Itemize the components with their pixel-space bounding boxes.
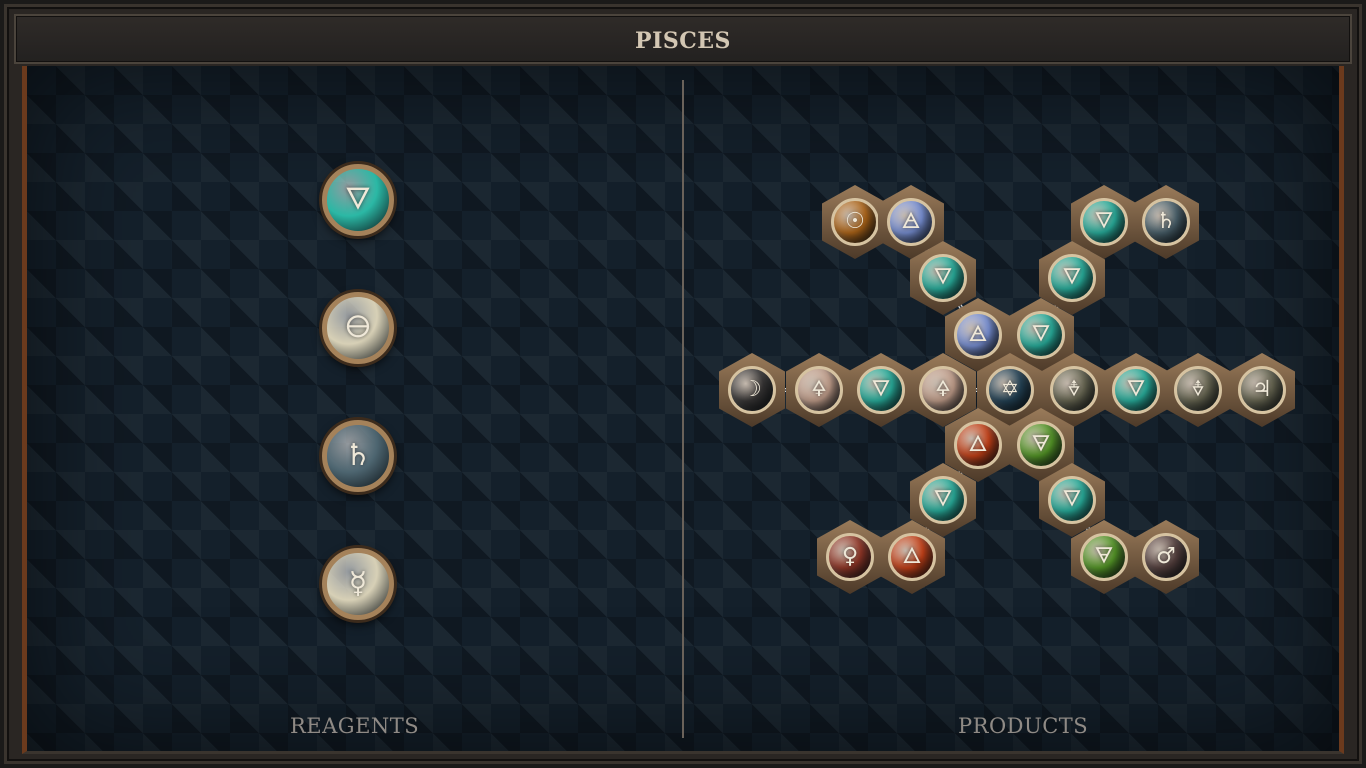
reagents-label: REAGENTS xyxy=(290,714,420,738)
tin-glyph-icon: ♃ xyxy=(1252,377,1272,402)
product-iron-icon[interactable]: ♂ xyxy=(1142,533,1190,581)
water-glyph-icon: 🜄 xyxy=(1062,265,1082,290)
vitae-glyph-icon: 🜍 xyxy=(935,377,951,402)
product-lead-icon[interactable]: ♄ xyxy=(1142,198,1190,246)
mors-glyph-icon: 🜞 xyxy=(1191,377,1205,402)
panel-divider xyxy=(682,80,684,738)
product-water-icon[interactable]: 🜄 xyxy=(857,366,905,414)
product-mors-icon[interactable]: 🜞 xyxy=(1050,366,1098,414)
lead-glyph-icon: ♄ xyxy=(344,438,372,473)
water-glyph-icon: 🜄 xyxy=(344,182,372,217)
product-water-icon[interactable]: 🜄 xyxy=(1048,476,1096,524)
water-glyph-icon: 🜄 xyxy=(1031,322,1051,347)
product-water-icon[interactable]: 🜄 xyxy=(1080,198,1128,246)
vitae-glyph-icon: 🜍 xyxy=(811,377,827,402)
air-glyph-icon: 🜁 xyxy=(901,209,921,234)
product-water-icon[interactable]: 🜄 xyxy=(919,476,967,524)
reagent-water-icon[interactable]: 🜄 xyxy=(322,164,394,236)
water-glyph-icon: 🜄 xyxy=(1126,377,1146,402)
products-label: PRODUCTS xyxy=(958,714,1089,738)
product-earth-icon[interactable]: 🜃 xyxy=(1080,533,1128,581)
product-copper-icon[interactable]: ♀ xyxy=(826,533,874,581)
reagent-salt-icon[interactable]: 🜔 xyxy=(322,292,394,364)
product-fire-icon[interactable]: 🜂 xyxy=(888,533,936,581)
iron-glyph-icon: ♂ xyxy=(1156,544,1176,569)
quicksilver-glyph-icon: ☿ xyxy=(348,566,368,601)
gold-glyph-icon: ☉ xyxy=(845,209,865,234)
product-air-icon[interactable]: 🜁 xyxy=(887,198,935,246)
product-gold-icon[interactable]: ☉ xyxy=(831,198,879,246)
reagent-lead-icon[interactable]: ♄ xyxy=(322,420,394,492)
product-earth-icon[interactable]: 🜃 xyxy=(1017,421,1065,469)
air-glyph-icon: 🜁 xyxy=(968,322,988,347)
earth-glyph-icon: 🜃 xyxy=(1094,544,1114,569)
product-air-icon[interactable]: 🜁 xyxy=(954,311,1002,359)
salt-glyph-icon: 🜔 xyxy=(345,310,371,345)
product-vitae-icon[interactable]: 🜍 xyxy=(919,366,967,414)
fire-glyph-icon: 🜂 xyxy=(968,432,988,457)
water-glyph-icon: 🜄 xyxy=(871,377,891,402)
page-title: PISCES xyxy=(635,28,731,54)
mors-glyph-icon: 🜞 xyxy=(1067,377,1081,402)
title-bar: PISCES xyxy=(14,14,1352,64)
product-water-icon[interactable]: 🜄 xyxy=(919,254,967,302)
product-vitae-icon[interactable]: 🜍 xyxy=(795,366,843,414)
copper-glyph-icon: ♀ xyxy=(841,544,859,569)
product-quintessence-icon[interactable]: ✡ xyxy=(986,366,1034,414)
earth-glyph-icon: 🜃 xyxy=(1031,432,1051,457)
silver-glyph-icon: ☽ xyxy=(742,377,762,402)
product-tin-icon[interactable]: ♃ xyxy=(1238,366,1286,414)
water-glyph-icon: 🜄 xyxy=(1094,209,1114,234)
water-glyph-icon: 🜄 xyxy=(933,487,953,512)
water-glyph-icon: 🜄 xyxy=(933,265,953,290)
quintessence-glyph-icon: ✡ xyxy=(1000,377,1020,402)
product-water-icon[interactable]: 🜄 xyxy=(1112,366,1160,414)
lead-glyph-icon: ♄ xyxy=(1156,209,1176,234)
product-water-icon[interactable]: 🜄 xyxy=(1017,311,1065,359)
product-silver-icon[interactable]: ☽ xyxy=(728,366,776,414)
product-water-icon[interactable]: 🜄 xyxy=(1048,254,1096,302)
product-mors-icon[interactable]: 🜞 xyxy=(1174,366,1222,414)
water-glyph-icon: 🜄 xyxy=(1062,487,1082,512)
reagent-quicksilver-icon[interactable]: ☿ xyxy=(322,548,394,620)
fire-glyph-icon: 🜂 xyxy=(902,544,922,569)
product-fire-icon[interactable]: 🜂 xyxy=(954,421,1002,469)
